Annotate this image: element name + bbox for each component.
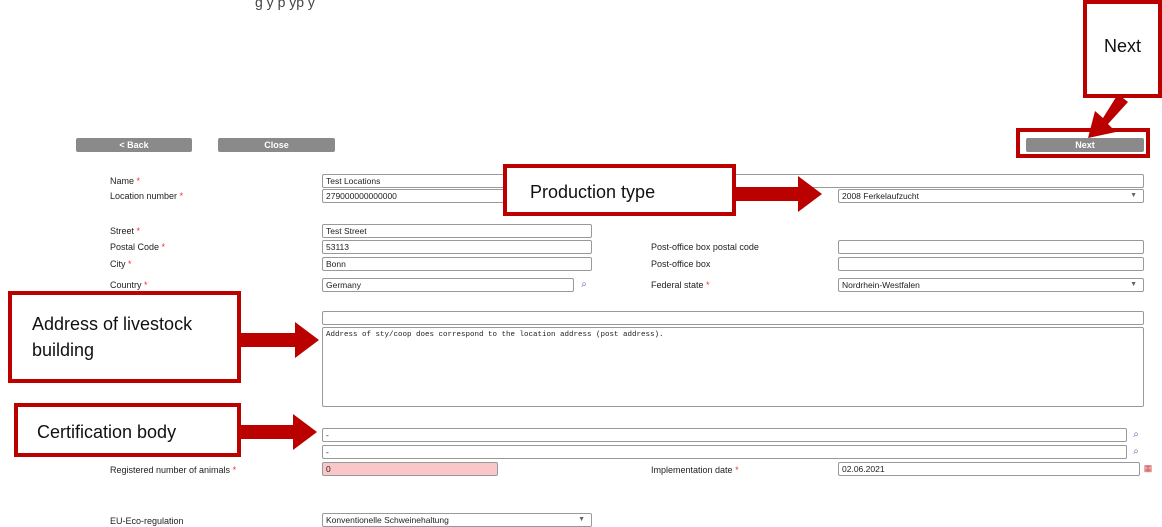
po-box-input[interactable]: [838, 257, 1144, 271]
callout-address-arrow-head: [295, 322, 319, 358]
country-label: Country *: [110, 280, 148, 290]
callout-production-type-arrow-head: [798, 176, 822, 212]
registered-animals-input[interactable]: 0: [322, 462, 498, 476]
callout-production-type-text: Production type: [530, 182, 656, 202]
eu-eco-select[interactable]: Konventionelle Schweinehaltung ▼: [322, 513, 592, 527]
name-label: Name *: [110, 176, 141, 186]
federal-state-value: Nordrhein-Westfalen: [842, 280, 920, 290]
callout-address-livestock: Address of livestock building: [8, 291, 241, 383]
postal-code-label: Postal Code *: [110, 242, 166, 252]
sty-address-input[interactable]: [322, 311, 1144, 325]
po-box-label: Post-office box: [651, 259, 711, 269]
street-input[interactable]: Test Street: [322, 224, 592, 238]
callout-cert-arrow-shaft: [241, 425, 295, 439]
chevron-down-icon: ▼: [1130, 192, 1137, 199]
implementation-date-input[interactable]: 02.06.2021: [838, 462, 1140, 476]
certification-body-input-2[interactable]: -: [322, 445, 1127, 459]
federal-state-select[interactable]: Nordrhein-Westfalen ▼: [838, 278, 1144, 292]
lookup-icon[interactable]: ⌕: [578, 279, 590, 291]
production-type-select[interactable]: 2008 Ferkelaufzucht ▼: [838, 189, 1144, 203]
po-box-postal-code-input[interactable]: [838, 240, 1144, 254]
callout-production-type-arrow-shaft: [736, 187, 800, 201]
callout-certification-body-text: Certification body: [37, 422, 177, 442]
certification-body-input-1[interactable]: -: [322, 428, 1127, 442]
lookup-icon[interactable]: ⌕: [1130, 429, 1142, 441]
callout-address-arrow-shaft: [241, 333, 297, 347]
registered-animals-label: Registered number of animals *: [110, 465, 237, 475]
city-label: City *: [110, 259, 132, 269]
callout-address-livestock-text: Address of livestock building: [32, 314, 193, 360]
sty-address-textarea[interactable]: Address of sty/coop does correspond to t…: [322, 327, 1144, 407]
lookup-icon[interactable]: ⌕: [1130, 446, 1142, 458]
implementation-date-label: Implementation date *: [651, 465, 739, 475]
po-box-postal-code-label: Post-office box postal code: [651, 242, 759, 252]
chevron-down-icon: ▼: [578, 516, 585, 523]
country-input[interactable]: Germany: [322, 278, 574, 292]
callout-production-type: Production type: [503, 164, 736, 216]
callout-next: Next: [1083, 0, 1162, 98]
city-input[interactable]: Bonn: [322, 257, 592, 271]
close-button[interactable]: Close: [218, 138, 335, 152]
street-label: Street *: [110, 226, 141, 236]
eu-eco-label: EU-Eco-regulation: [110, 516, 184, 526]
callout-cert-arrow-head: [293, 414, 317, 450]
callout-next-text: Next: [1104, 36, 1142, 56]
production-type-value: 2008 Ferkelaufzucht: [842, 191, 920, 201]
location-number-label: Location number *: [110, 191, 184, 201]
back-button[interactable]: < Back: [76, 138, 192, 152]
truncated-instruction-text: g y p yp y: [255, 0, 315, 10]
callout-certification-body: Certification body: [14, 403, 241, 457]
postal-code-input[interactable]: 53113: [322, 240, 592, 254]
calendar-icon[interactable]: ▦: [1142, 462, 1154, 474]
federal-state-label: Federal state *: [651, 280, 710, 290]
chevron-down-icon: ▼: [1130, 281, 1137, 288]
